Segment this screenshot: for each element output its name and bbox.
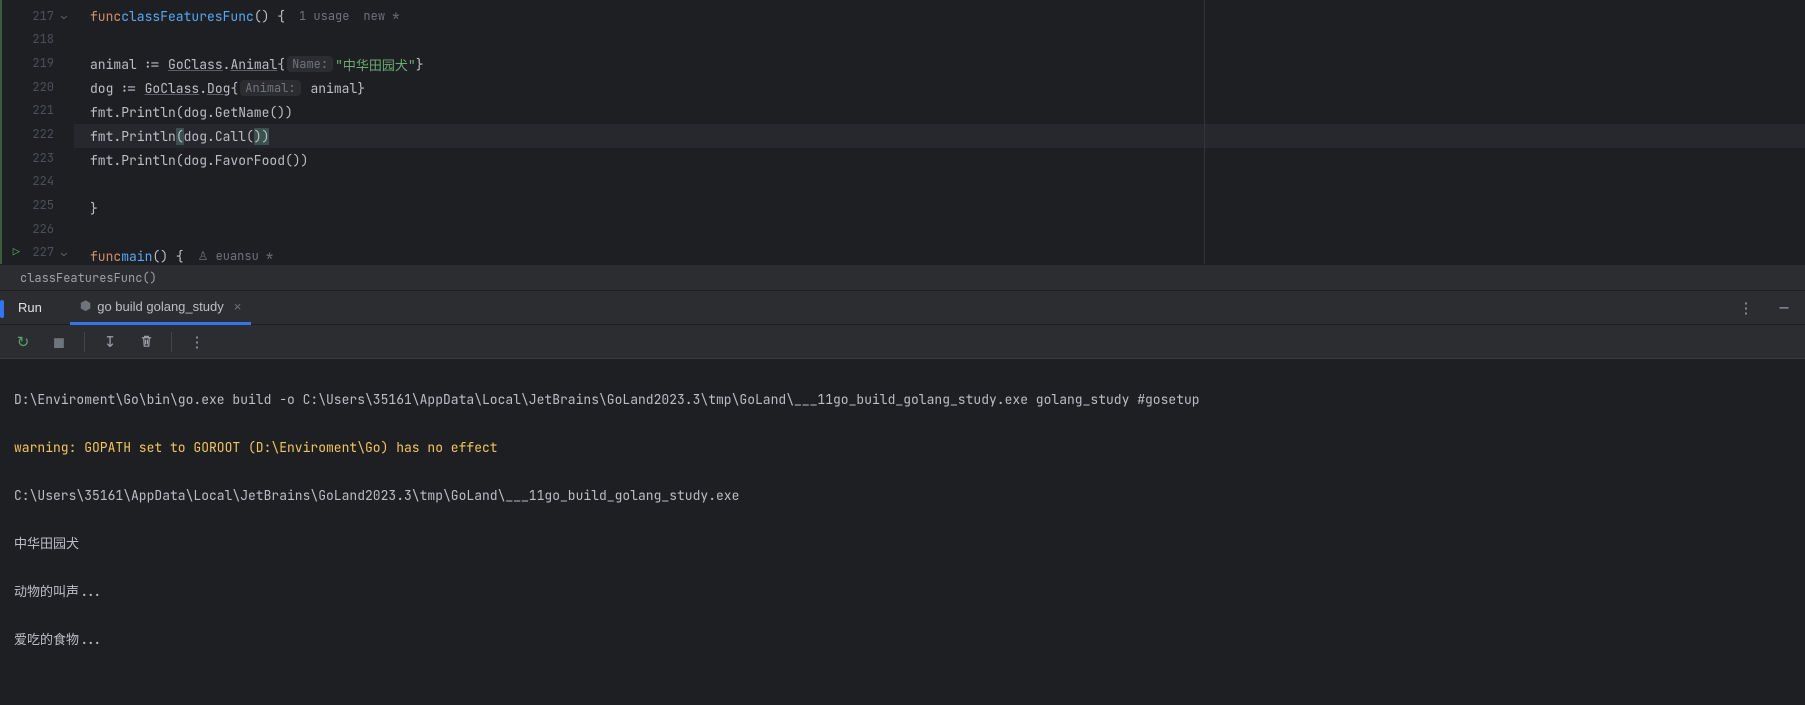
console-line: C:\Users\35161\AppData\Local\JetBrains\G… (14, 484, 1791, 508)
hide-icon[interactable]: — (1773, 297, 1795, 319)
current-line[interactable]: fmt.Println(dog.Call()) (74, 124, 1805, 148)
more-icon[interactable]: ⋮ (1735, 297, 1757, 319)
console-line: 爱吃的食物... (14, 628, 1791, 652)
rerun-icon[interactable]: ↻ (12, 331, 34, 353)
line-number: 218 (24, 31, 54, 47)
console-output[interactable]: D:\Enviroment\Go\bin\go.exe build -o C:\… (0, 359, 1805, 705)
kebab-icon[interactable]: ⋮ (186, 331, 208, 353)
usage-hint[interactable]: 1 usage (299, 8, 349, 24)
line-number: 224 (24, 173, 54, 189)
line-number: 222 (24, 126, 54, 142)
console-line: 动物的叫声... (14, 580, 1791, 604)
run-tool-window: Run ⬢ go build golang_study × ⋮ — ↻ ◼ ↧ … (0, 290, 1805, 705)
new-hint: new * (363, 8, 399, 24)
go-icon: ⬢ (80, 298, 91, 314)
scroll-to-end-icon[interactable]: ↧ (99, 331, 121, 353)
fold-icon[interactable]: ⌄ (58, 9, 70, 22)
tool-window-tabbar: Run ⬢ go build golang_study × ⋮ — (0, 291, 1805, 325)
line-number: 220 (24, 79, 54, 95)
line-number: 221 (24, 102, 54, 118)
line-number: 219 (24, 55, 54, 71)
console-warning-line: warning: GOPATH set to GOROOT (D:\Enviro… (14, 436, 1791, 460)
code-editor[interactable]: 217 ⌄ 218 219 220 221 222 223 224 225 226… (0, 0, 1805, 264)
active-stripe (0, 300, 4, 318)
tool-window-title: Run (0, 300, 60, 315)
line-number: 217 (24, 8, 54, 24)
run-config-tab[interactable]: ⬢ go build golang_study × (70, 291, 251, 325)
right-margin-ruler (1204, 0, 1205, 264)
stop-icon[interactable]: ◼ (48, 331, 70, 353)
code-content[interactable]: func classFeaturesFunc() {1 usagenew * a… (74, 0, 1805, 264)
line-number: 227 (24, 244, 54, 260)
inlay-hint: Name: (287, 56, 333, 72)
line-number: 226 (24, 221, 54, 237)
line-number: 223 (24, 150, 54, 166)
line-number: 225 (24, 197, 54, 213)
run-toolbar: ↻ ◼ ↧ ⋮ (0, 325, 1805, 359)
gutter: 217 ⌄ 218 219 220 221 222 223 224 225 226… (2, 0, 74, 264)
console-line: D:\Enviroment\Go\bin\go.exe build -o C:\… (14, 388, 1791, 412)
run-gutter-icon[interactable]: ▷ (13, 244, 20, 260)
author-hint[interactable]: ♙ euansu * (198, 248, 274, 264)
inlay-hint: Animal: (240, 80, 300, 96)
trash-icon[interactable] (135, 331, 157, 353)
tab-label: go build golang_study (97, 299, 224, 314)
console-line: 中华田园犬 (14, 532, 1791, 556)
fold-icon[interactable]: ⌄ (58, 246, 70, 259)
close-icon[interactable]: × (234, 299, 242, 314)
